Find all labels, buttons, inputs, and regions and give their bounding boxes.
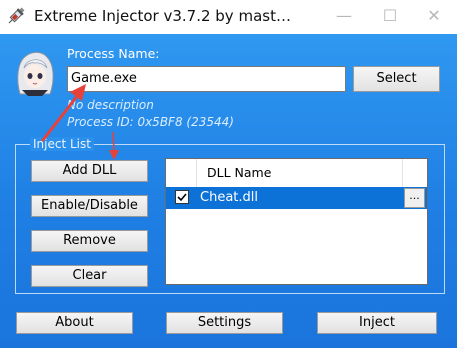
window-title: Extreme Injector v3.7.2 by mast… bbox=[34, 7, 291, 25]
anime-avatar-icon bbox=[17, 51, 54, 96]
close-icon[interactable]: ✕ bbox=[411, 0, 457, 34]
enable-disable-button[interactable]: Enable/Disable bbox=[31, 195, 148, 217]
checkmark-icon bbox=[177, 193, 187, 202]
client-area: Process Name: Game.exe Select No descrip… bbox=[0, 34, 457, 348]
list-item[interactable]: Cheat.dll ... bbox=[166, 187, 427, 209]
app-window: Extreme Injector v3.7.2 by mast… — ☐ ✕ P… bbox=[0, 0, 457, 348]
remove-button[interactable]: Remove bbox=[31, 230, 148, 252]
process-name-label: Process Name: bbox=[67, 46, 160, 61]
about-button[interactable]: About bbox=[16, 312, 133, 334]
dll-list-header: DLL Name bbox=[166, 159, 427, 188]
dll-options-button[interactable]: ... bbox=[404, 188, 425, 208]
maximize-icon[interactable]: ☐ bbox=[367, 0, 413, 34]
inject-list-legend: Inject List bbox=[30, 137, 94, 151]
inject-button[interactable]: Inject bbox=[317, 312, 437, 334]
settings-button[interactable]: Settings bbox=[166, 312, 283, 334]
title-bar[interactable]: Extreme Injector v3.7.2 by mast… — ☐ ✕ bbox=[0, 0, 457, 34]
dll-name: Cheat.dll bbox=[200, 190, 258, 205]
dll-list[interactable]: DLL Name Cheat.dll ... bbox=[165, 158, 428, 285]
checkbox-column-header[interactable] bbox=[166, 159, 197, 187]
process-id: Process ID: 0x5BF8 (23544) bbox=[67, 115, 234, 129]
add-dll-button[interactable]: Add DLL bbox=[31, 160, 148, 182]
process-name-input[interactable]: Game.exe bbox=[67, 66, 346, 92]
syringe-icon bbox=[8, 7, 25, 24]
column-divider bbox=[402, 159, 403, 187]
select-button[interactable]: Select bbox=[353, 66, 440, 92]
process-description: No description bbox=[67, 98, 154, 112]
minimize-icon[interactable]: — bbox=[321, 0, 367, 34]
clear-button[interactable]: Clear bbox=[31, 265, 148, 287]
dll-name-column-header[interactable]: DLL Name bbox=[207, 165, 271, 180]
checkbox-checked-icon[interactable] bbox=[175, 190, 189, 204]
